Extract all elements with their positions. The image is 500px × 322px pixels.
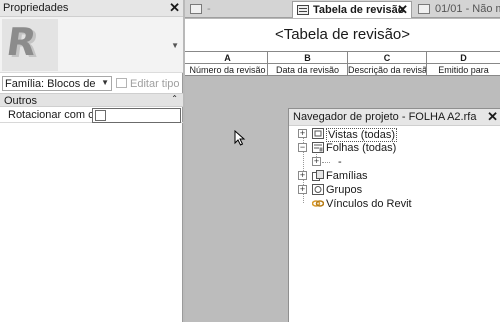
collapse-icon[interactable]: ⌃: [171, 94, 178, 103]
properties-title: Propriedades: [3, 2, 69, 14]
tree-node-label: Famílias: [326, 170, 368, 182]
column-letter[interactable]: B: [268, 52, 348, 64]
collapse-icon[interactable]: −: [298, 143, 307, 152]
revit-logo-icon: RR: [2, 19, 58, 71]
properties-title-bar: Propriedades ✕: [0, 0, 183, 17]
drawing-sheet-icon: [190, 4, 202, 14]
mouse-cursor-icon: [234, 130, 246, 146]
column-letters: A B C D: [185, 52, 500, 64]
project-browser-title-bar: Navegador de projeto - FOLHA A2.rfa ✕: [289, 109, 500, 126]
tab-sheet[interactable]: -: [185, 1, 290, 18]
column-letter[interactable]: D: [427, 52, 500, 64]
tab-revision-schedule[interactable]: Tabela de revisão ✕: [292, 1, 412, 18]
chevron-down-icon[interactable]: ▼: [171, 41, 179, 50]
close-icon[interactable]: ✕: [487, 109, 498, 125]
tree-node-label: -: [338, 156, 342, 168]
schedule-table-icon: [297, 5, 309, 15]
property-group-label: Outros: [4, 95, 38, 107]
column-letter[interactable]: C: [348, 52, 427, 64]
property-row: Rotacionar com c...: [0, 108, 183, 123]
rotate-checkbox[interactable]: [95, 110, 106, 121]
project-browser: Navegador de projeto - FOLHA A2.rfa ✕ + …: [288, 108, 500, 322]
tree-node-label: Vínculos do Revit: [326, 198, 412, 210]
edit-type-label: Editar tipo: [130, 78, 180, 90]
tree-node-label: Vistas (todas): [326, 128, 398, 142]
family-dropdown[interactable]: Família: Blocos de m ▼: [2, 76, 112, 91]
groups-icon: [312, 184, 324, 195]
column-header[interactable]: Data da revisão: [268, 64, 348, 76]
property-group-header[interactable]: Outros ⌃: [0, 93, 183, 107]
tab-label: -: [207, 3, 211, 15]
property-value-cell[interactable]: [92, 108, 181, 123]
expand-icon[interactable]: +: [298, 129, 307, 138]
families-icon: [312, 170, 324, 181]
tab-sheet-0101[interactable]: 01/01 - Não m: [416, 1, 500, 18]
edit-type-button[interactable]: Editar tipo: [116, 77, 180, 90]
link-icon: [312, 200, 324, 207]
sheet-icon: [418, 4, 430, 14]
column-letter[interactable]: A: [188, 52, 268, 64]
column-header[interactable]: Número da revisão: [188, 64, 268, 76]
family-dropdown-value: Família: Blocos de m: [5, 78, 99, 90]
revision-schedule: <Tabela de revisão> A B C D Número da re…: [185, 19, 500, 76]
sheets-icon: [312, 142, 324, 153]
expand-icon[interactable]: +: [298, 171, 307, 180]
view-tabs: - Tabela de revisão ✕ 01/01 - Não m: [185, 0, 500, 18]
views-icon: [312, 128, 324, 139]
tree-line: [322, 162, 330, 163]
tab-label: Tabela de revisão: [313, 4, 405, 16]
expand-icon[interactable]: +: [298, 185, 307, 194]
type-selector[interactable]: RR ▼: [0, 17, 183, 73]
schedule-title: <Tabela de revisão>: [185, 19, 500, 52]
properties-panel: Propriedades ✕ RR ▼ Família: Blocos de m…: [0, 0, 183, 322]
tree-node-label: Grupos: [326, 184, 363, 196]
tab-label: 01/01 - Não m: [435, 3, 500, 15]
chevron-down-icon: ▼: [101, 78, 109, 87]
column-header[interactable]: Descrição da revisã: [348, 64, 427, 76]
close-icon[interactable]: ✕: [169, 0, 180, 16]
edit-type-icon: [116, 78, 127, 88]
column-headers: Número da revisão Data da revisão Descri…: [185, 64, 500, 76]
family-row: Família: Blocos de m ▼ Editar tipo: [0, 74, 183, 92]
property-label: Rotacionar com c...: [8, 109, 94, 121]
expand-icon[interactable]: +: [312, 157, 321, 166]
tree-node-label: Folhas (todas): [326, 142, 397, 154]
close-icon[interactable]: ✕: [397, 2, 408, 18]
column-header[interactable]: Emitido para: [427, 64, 500, 76]
project-browser-title: Navegador de projeto - FOLHA A2.rfa: [293, 111, 477, 123]
